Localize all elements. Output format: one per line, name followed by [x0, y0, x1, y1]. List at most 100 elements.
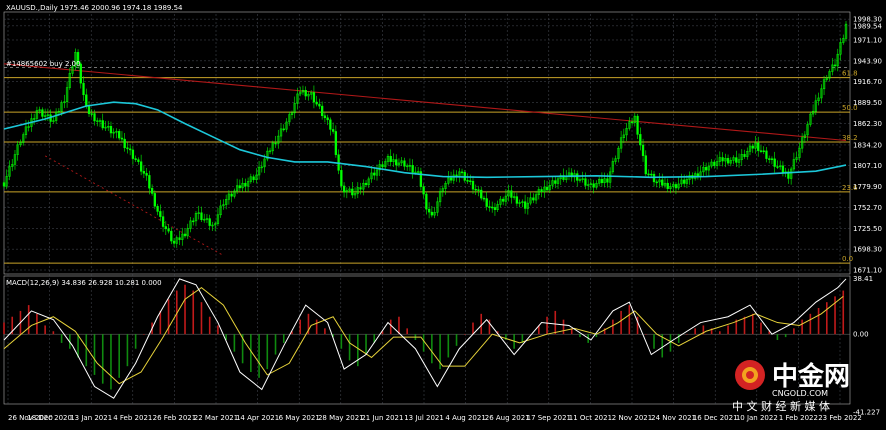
candle-body — [329, 119, 332, 130]
macd-histogram-bar — [134, 334, 137, 349]
candle-body — [340, 170, 343, 187]
candle-body — [342, 185, 346, 193]
price-tick-label: 1779.90 — [853, 183, 882, 191]
candle-body — [639, 134, 642, 146]
macd-histogram-bar — [233, 334, 236, 352]
candle-body — [200, 212, 203, 221]
candle-body — [482, 197, 486, 200]
macd-histogram-bar — [463, 334, 466, 335]
candle-body — [326, 117, 329, 121]
candle-body — [641, 144, 645, 156]
price-tick-label: 1989.54 — [853, 22, 882, 30]
candle-body — [315, 101, 318, 105]
candle-body — [735, 157, 738, 163]
candle-body — [683, 179, 686, 184]
macd-histogram-bar — [101, 334, 104, 384]
date-tick-label: 2 Nov 2021 — [612, 414, 652, 422]
candle-body — [469, 180, 472, 183]
macd-histogram-bar — [801, 319, 803, 335]
candle-body — [493, 207, 497, 210]
candle-body — [389, 155, 392, 162]
macd-histogram-bar — [719, 331, 721, 335]
date-tick-label: 26 Aug 2021 — [485, 414, 530, 422]
macd-histogram-bar — [760, 322, 762, 335]
date-tick-label: 17 Sep 2021 — [527, 414, 571, 422]
macd-histogram-bar — [200, 302, 203, 335]
macd-histogram-bar — [447, 334, 450, 358]
candle-body — [600, 178, 604, 184]
macd-histogram-bar — [455, 334, 458, 346]
price-tick-label: 1725.50 — [853, 225, 882, 233]
macd-histogram-bar — [826, 302, 828, 335]
macd-histogram-bar — [743, 316, 746, 335]
candle-body — [178, 237, 181, 240]
macd-histogram-bar — [579, 334, 581, 338]
macd-histogram-bar — [620, 310, 622, 335]
date-tick-label: 21 Jun 2021 — [361, 414, 403, 422]
macd-histogram-bar — [60, 334, 63, 343]
candle-body — [757, 142, 760, 151]
candle-body — [334, 131, 338, 155]
candle-body — [93, 113, 96, 122]
candle-body — [781, 165, 785, 173]
candle-body — [713, 161, 716, 166]
candle-body — [751, 145, 754, 149]
candle-body — [123, 138, 126, 149]
macd-histogram-bar — [184, 284, 186, 335]
price-tick-label: 1862.30 — [853, 120, 882, 128]
date-tick-label: 13 Jan 2021 — [70, 414, 112, 422]
macd-histogram-bar — [480, 313, 483, 335]
candle-body — [425, 193, 428, 210]
candle-body — [502, 198, 505, 202]
candle-body — [545, 186, 549, 191]
macd-histogram-bar — [628, 305, 631, 335]
candle-body — [153, 193, 156, 207]
candle-body — [480, 189, 483, 199]
macd-histogram-bar — [315, 319, 318, 335]
candle-body — [137, 159, 140, 162]
macd-histogram-bar — [143, 334, 145, 335]
candle-body — [282, 128, 285, 131]
candle-body — [422, 186, 425, 195]
candle-body — [661, 179, 664, 186]
price-tick-label: 1971.10 — [853, 36, 882, 44]
watermark: 中金网 CNGOLD.COM 中 文 财 经 新 媒 体 — [728, 354, 878, 414]
candle-body — [129, 148, 132, 151]
macd-histogram-bar — [751, 313, 754, 335]
macd-tick-label: 38.41 — [853, 275, 873, 283]
trend-line-resistance — [3, 63, 847, 142]
candle-body — [373, 172, 376, 176]
macd-histogram-bar — [612, 319, 614, 335]
fibonacci-levels: 61.850.038.223.60.0 — [4, 67, 858, 264]
candle-body — [323, 115, 327, 119]
candle-body — [318, 103, 321, 107]
macd-histogram-bar — [686, 334, 688, 335]
candle-body — [161, 216, 165, 227]
chart-stage: 61.8 50.0 38.2 23.6 0.0 1998.30 1989.54 1971.1… — [0, 0, 886, 426]
macd-histogram-bar — [208, 316, 211, 335]
candle-body — [395, 159, 398, 166]
candle-body — [584, 178, 587, 186]
macd-histogram-bar — [217, 325, 219, 335]
main-header: XAUUSD.,Daily 1975.46 2000.96 1974.18 19… — [6, 4, 183, 12]
candle-body — [134, 158, 137, 160]
candle-body — [466, 180, 469, 182]
macd-histogram-bar — [3, 322, 5, 335]
candle-body — [477, 189, 480, 191]
macd-histogram-bar — [110, 334, 112, 390]
candle-body — [164, 226, 167, 230]
candle-body — [101, 120, 104, 129]
candle-body — [721, 157, 724, 162]
macd-histogram-bar — [389, 319, 392, 335]
macd-histogram-bar — [694, 328, 696, 335]
candle-body — [145, 173, 148, 176]
order-label: #14865602 buy 2.00 — [6, 60, 81, 68]
candle-body — [126, 147, 129, 150]
candle-body — [118, 131, 121, 139]
candle-body — [183, 233, 187, 237]
macd-histogram-bar — [324, 328, 326, 335]
price-tick-label: 1698.30 — [853, 246, 882, 254]
candle-body — [554, 180, 557, 184]
candle-body — [131, 149, 135, 159]
macd-histogram-bar — [282, 334, 285, 343]
